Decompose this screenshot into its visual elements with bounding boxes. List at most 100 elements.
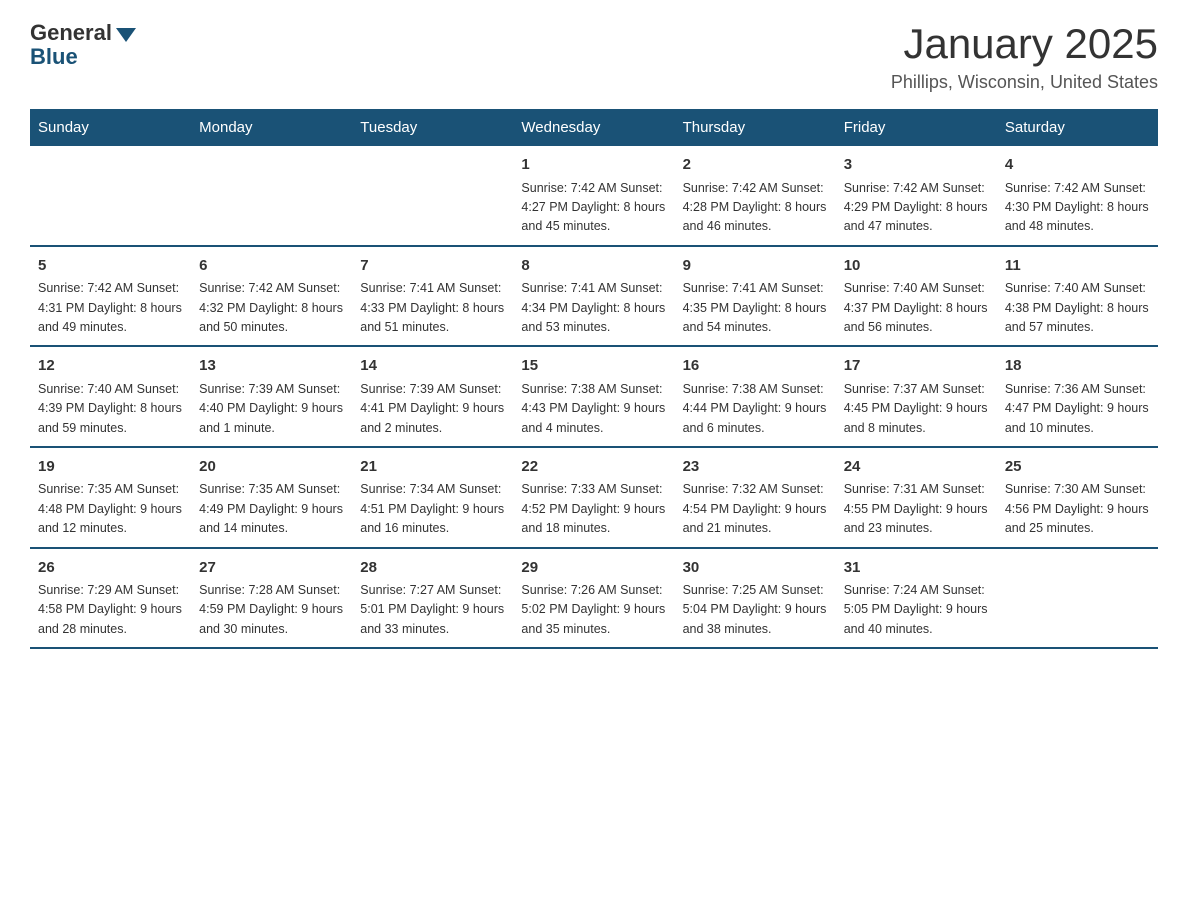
- day-sun-info: Sunrise: 7:41 AM Sunset: 4:34 PM Dayligh…: [521, 279, 666, 337]
- day-cell: 16Sunrise: 7:38 AM Sunset: 4:44 PM Dayli…: [675, 346, 836, 447]
- day-sun-info: Sunrise: 7:42 AM Sunset: 4:30 PM Dayligh…: [1005, 179, 1150, 237]
- day-cell: 11Sunrise: 7:40 AM Sunset: 4:38 PM Dayli…: [997, 246, 1158, 347]
- day-number: 17: [844, 355, 989, 378]
- day-sun-info: Sunrise: 7:30 AM Sunset: 4:56 PM Dayligh…: [1005, 480, 1150, 538]
- day-number: 4: [1005, 154, 1150, 177]
- day-number: 31: [844, 557, 989, 580]
- calendar-table: SundayMondayTuesdayWednesdayThursdayFrid…: [30, 109, 1158, 649]
- day-cell: [191, 146, 352, 246]
- day-cell: 9Sunrise: 7:41 AM Sunset: 4:35 PM Daylig…: [675, 246, 836, 347]
- day-sun-info: Sunrise: 7:42 AM Sunset: 4:29 PM Dayligh…: [844, 179, 989, 237]
- week-row-3: 12Sunrise: 7:40 AM Sunset: 4:39 PM Dayli…: [30, 346, 1158, 447]
- page-header: General Blue January 2025 Phillips, Wisc…: [30, 20, 1158, 93]
- week-row-4: 19Sunrise: 7:35 AM Sunset: 4:48 PM Dayli…: [30, 447, 1158, 548]
- logo: General Blue: [30, 20, 136, 70]
- day-number: 24: [844, 456, 989, 479]
- day-cell: 18Sunrise: 7:36 AM Sunset: 4:47 PM Dayli…: [997, 346, 1158, 447]
- day-cell: 5Sunrise: 7:42 AM Sunset: 4:31 PM Daylig…: [30, 246, 191, 347]
- day-sun-info: Sunrise: 7:39 AM Sunset: 4:41 PM Dayligh…: [360, 380, 505, 438]
- day-number: 5: [38, 255, 183, 278]
- day-sun-info: Sunrise: 7:41 AM Sunset: 4:33 PM Dayligh…: [360, 279, 505, 337]
- day-number: 23: [683, 456, 828, 479]
- header-tuesday: Tuesday: [352, 109, 513, 146]
- day-sun-info: Sunrise: 7:42 AM Sunset: 4:32 PM Dayligh…: [199, 279, 344, 337]
- logo-blue-text: Blue: [30, 44, 78, 70]
- day-sun-info: Sunrise: 7:41 AM Sunset: 4:35 PM Dayligh…: [683, 279, 828, 337]
- day-number: 2: [683, 154, 828, 177]
- header-monday: Monday: [191, 109, 352, 146]
- day-cell: 24Sunrise: 7:31 AM Sunset: 4:55 PM Dayli…: [836, 447, 997, 548]
- day-number: 26: [38, 557, 183, 580]
- day-cell: 12Sunrise: 7:40 AM Sunset: 4:39 PM Dayli…: [30, 346, 191, 447]
- week-row-5: 26Sunrise: 7:29 AM Sunset: 4:58 PM Dayli…: [30, 548, 1158, 649]
- day-cell: 20Sunrise: 7:35 AM Sunset: 4:49 PM Dayli…: [191, 447, 352, 548]
- day-sun-info: Sunrise: 7:31 AM Sunset: 4:55 PM Dayligh…: [844, 480, 989, 538]
- day-cell: 7Sunrise: 7:41 AM Sunset: 4:33 PM Daylig…: [352, 246, 513, 347]
- day-sun-info: Sunrise: 7:36 AM Sunset: 4:47 PM Dayligh…: [1005, 380, 1150, 438]
- day-number: 11: [1005, 255, 1150, 278]
- day-number: 3: [844, 154, 989, 177]
- day-sun-info: Sunrise: 7:29 AM Sunset: 4:58 PM Dayligh…: [38, 581, 183, 639]
- logo-general-text: General: [30, 20, 112, 46]
- day-sun-info: Sunrise: 7:42 AM Sunset: 4:27 PM Dayligh…: [521, 179, 666, 237]
- day-cell: 22Sunrise: 7:33 AM Sunset: 4:52 PM Dayli…: [513, 447, 674, 548]
- day-number: 7: [360, 255, 505, 278]
- day-number: 16: [683, 355, 828, 378]
- day-number: 21: [360, 456, 505, 479]
- day-sun-info: Sunrise: 7:35 AM Sunset: 4:48 PM Dayligh…: [38, 480, 183, 538]
- day-sun-info: Sunrise: 7:33 AM Sunset: 4:52 PM Dayligh…: [521, 480, 666, 538]
- day-number: 12: [38, 355, 183, 378]
- day-cell: 26Sunrise: 7:29 AM Sunset: 4:58 PM Dayli…: [30, 548, 191, 649]
- day-cell: 28Sunrise: 7:27 AM Sunset: 5:01 PM Dayli…: [352, 548, 513, 649]
- day-cell: 6Sunrise: 7:42 AM Sunset: 4:32 PM Daylig…: [191, 246, 352, 347]
- week-row-1: 1Sunrise: 7:42 AM Sunset: 4:27 PM Daylig…: [30, 146, 1158, 246]
- day-cell: 17Sunrise: 7:37 AM Sunset: 4:45 PM Dayli…: [836, 346, 997, 447]
- day-cell: 25Sunrise: 7:30 AM Sunset: 4:56 PM Dayli…: [997, 447, 1158, 548]
- day-cell: 30Sunrise: 7:25 AM Sunset: 5:04 PM Dayli…: [675, 548, 836, 649]
- day-cell: 27Sunrise: 7:28 AM Sunset: 4:59 PM Dayli…: [191, 548, 352, 649]
- day-cell: [997, 548, 1158, 649]
- day-cell: 8Sunrise: 7:41 AM Sunset: 4:34 PM Daylig…: [513, 246, 674, 347]
- header-friday: Friday: [836, 109, 997, 146]
- day-cell: 1Sunrise: 7:42 AM Sunset: 4:27 PM Daylig…: [513, 146, 674, 246]
- day-number: 29: [521, 557, 666, 580]
- day-sun-info: Sunrise: 7:42 AM Sunset: 4:31 PM Dayligh…: [38, 279, 183, 337]
- day-sun-info: Sunrise: 7:37 AM Sunset: 4:45 PM Dayligh…: [844, 380, 989, 438]
- day-number: 10: [844, 255, 989, 278]
- week-row-2: 5Sunrise: 7:42 AM Sunset: 4:31 PM Daylig…: [30, 246, 1158, 347]
- day-sun-info: Sunrise: 7:40 AM Sunset: 4:38 PM Dayligh…: [1005, 279, 1150, 337]
- day-cell: 29Sunrise: 7:26 AM Sunset: 5:02 PM Dayli…: [513, 548, 674, 649]
- day-number: 13: [199, 355, 344, 378]
- day-cell: 14Sunrise: 7:39 AM Sunset: 4:41 PM Dayli…: [352, 346, 513, 447]
- day-sun-info: Sunrise: 7:38 AM Sunset: 4:44 PM Dayligh…: [683, 380, 828, 438]
- day-cell: 10Sunrise: 7:40 AM Sunset: 4:37 PM Dayli…: [836, 246, 997, 347]
- day-cell: 31Sunrise: 7:24 AM Sunset: 5:05 PM Dayli…: [836, 548, 997, 649]
- header-thursday: Thursday: [675, 109, 836, 146]
- day-sun-info: Sunrise: 7:40 AM Sunset: 4:37 PM Dayligh…: [844, 279, 989, 337]
- header-saturday: Saturday: [997, 109, 1158, 146]
- day-number: 14: [360, 355, 505, 378]
- day-sun-info: Sunrise: 7:42 AM Sunset: 4:28 PM Dayligh…: [683, 179, 828, 237]
- day-sun-info: Sunrise: 7:24 AM Sunset: 5:05 PM Dayligh…: [844, 581, 989, 639]
- day-cell: [352, 146, 513, 246]
- day-number: 28: [360, 557, 505, 580]
- title-section: January 2025 Phillips, Wisconsin, United…: [891, 20, 1158, 93]
- day-sun-info: Sunrise: 7:35 AM Sunset: 4:49 PM Dayligh…: [199, 480, 344, 538]
- day-sun-info: Sunrise: 7:39 AM Sunset: 4:40 PM Dayligh…: [199, 380, 344, 438]
- calendar-header-row: SundayMondayTuesdayWednesdayThursdayFrid…: [30, 109, 1158, 146]
- day-number: 6: [199, 255, 344, 278]
- day-number: 1: [521, 154, 666, 177]
- day-sun-info: Sunrise: 7:27 AM Sunset: 5:01 PM Dayligh…: [360, 581, 505, 639]
- header-sunday: Sunday: [30, 109, 191, 146]
- day-number: 15: [521, 355, 666, 378]
- day-cell: 2Sunrise: 7:42 AM Sunset: 4:28 PM Daylig…: [675, 146, 836, 246]
- day-number: 25: [1005, 456, 1150, 479]
- day-number: 27: [199, 557, 344, 580]
- day-number: 30: [683, 557, 828, 580]
- day-sun-info: Sunrise: 7:38 AM Sunset: 4:43 PM Dayligh…: [521, 380, 666, 438]
- day-cell: 19Sunrise: 7:35 AM Sunset: 4:48 PM Dayli…: [30, 447, 191, 548]
- logo-arrow-icon: [116, 28, 136, 42]
- header-wednesday: Wednesday: [513, 109, 674, 146]
- day-cell: 21Sunrise: 7:34 AM Sunset: 4:51 PM Dayli…: [352, 447, 513, 548]
- day-number: 22: [521, 456, 666, 479]
